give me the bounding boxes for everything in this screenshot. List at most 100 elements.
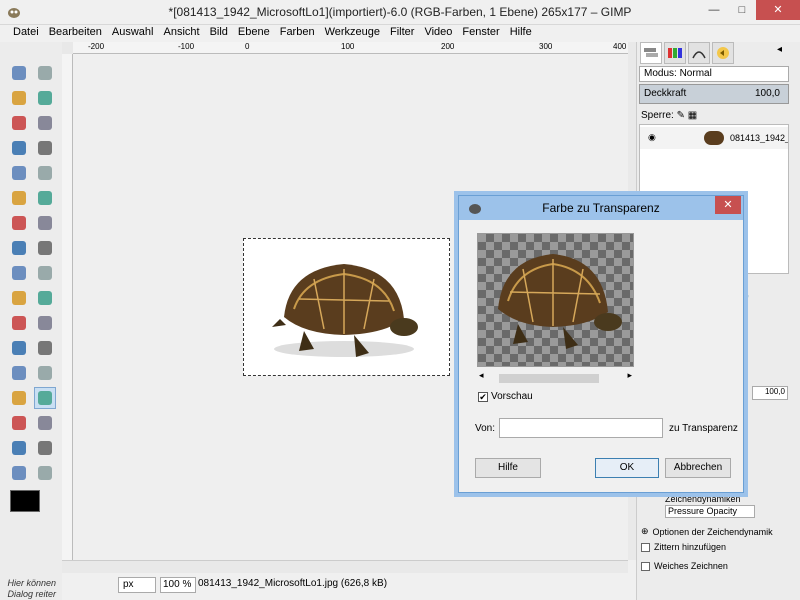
preview-scrollbar[interactable]: ◂ ▸ [477, 370, 634, 383]
tool-move[interactable] [34, 187, 56, 209]
tool-blur[interactable] [34, 437, 56, 459]
tool-shear[interactable] [8, 262, 30, 284]
tool-free-select[interactable] [8, 87, 30, 109]
preview-area[interactable] [477, 233, 634, 367]
tool-blend[interactable] [8, 337, 30, 359]
minimize-button[interactable]: — [700, 0, 728, 20]
lock-pixels-icon[interactable]: ✎ [677, 110, 685, 121]
tool-scissors[interactable] [34, 112, 56, 134]
toolbox: Hier können Dialog reiter abgelegt werde… [0, 42, 62, 600]
scroll-right-icon[interactable]: ▸ [627, 370, 632, 381]
tool-eraser[interactable] [34, 362, 56, 384]
cancel-button[interactable]: Abbrechen [665, 458, 731, 478]
jitter-checkbox[interactable]: Zittern hinzufügen [641, 542, 726, 552]
tool-color-picker[interactable] [8, 162, 30, 184]
tool-heal[interactable] [34, 412, 56, 434]
ruler-tick: -200 [88, 42, 105, 51]
dynamics-options-expander[interactable]: ⊕ Optionen der Zeichendynamik [641, 526, 773, 537]
help-button[interactable]: Hilfe [475, 458, 541, 478]
to-transparency-label: zu Transparenz [669, 423, 738, 434]
tab-channels[interactable] [664, 42, 686, 64]
tool-ellipse-select[interactable] [34, 62, 56, 84]
tool-scale[interactable] [34, 237, 56, 259]
color-picker-icon [12, 166, 26, 180]
opacity-slider[interactable]: Deckkraft 100,0 [639, 84, 789, 104]
layers-icon [644, 48, 658, 57]
dynamics-select[interactable]: Pressure Opacity [665, 505, 755, 518]
menu-filter[interactable]: Filter [385, 25, 419, 42]
tool-rect-select[interactable] [8, 62, 30, 84]
menu-fenster[interactable]: Fenster [457, 25, 504, 42]
tool-perspective[interactable] [34, 262, 56, 284]
tool-paintbrush[interactable] [8, 362, 30, 384]
dialog-close-button[interactable]: ✕ [715, 196, 741, 214]
tool-opacity-value[interactable]: 100,0 [752, 386, 788, 400]
preview-check-mark[interactable]: ✔ [478, 391, 488, 402]
menu-hilfe[interactable]: Hilfe [505, 25, 537, 42]
mode-select[interactable]: Modus: Normal [639, 66, 789, 82]
ok-button[interactable]: OK [595, 458, 659, 478]
eye-icon[interactable]: ◉ [648, 132, 656, 143]
image-layer[interactable] [243, 238, 450, 376]
tool-smudge[interactable] [8, 462, 30, 484]
tool-dodge-burn[interactable] [34, 462, 56, 484]
menu-farben[interactable]: Farben [275, 25, 320, 42]
maximize-button[interactable]: □ [728, 0, 756, 20]
align-icon [12, 216, 26, 230]
horizontal-scrollbar[interactable] [62, 560, 628, 573]
opacity-value: 100,0 [754, 88, 780, 99]
tool-text[interactable] [8, 312, 30, 334]
tab-undo[interactable] [712, 42, 734, 64]
tool-rotate[interactable] [8, 237, 30, 259]
smooth-checkbox[interactable]: Weiches Zeichnen [641, 561, 728, 571]
tab-paths[interactable] [688, 42, 710, 64]
tool-align[interactable] [8, 212, 30, 234]
close-button[interactable]: ✕ [756, 0, 800, 20]
menu-ansicht[interactable]: Ansicht [158, 25, 204, 42]
lock-alpha-icon[interactable]: ▦ [688, 110, 697, 121]
preview-scroll-thumb[interactable] [499, 374, 599, 383]
zoom-select[interactable]: 100 % [160, 577, 196, 593]
tab-layers[interactable] [640, 42, 662, 64]
tool-ink[interactable] [34, 387, 56, 409]
tool-clone[interactable] [8, 412, 30, 434]
dodge-burn-icon [38, 466, 52, 480]
flip-icon [12, 291, 26, 305]
tool-crop[interactable] [34, 212, 56, 234]
tool-pencil[interactable] [34, 337, 56, 359]
foreground-color[interactable] [10, 490, 40, 512]
menu-ebene[interactable]: Ebene [233, 25, 275, 42]
tool-measure[interactable] [8, 187, 30, 209]
lock-label: Sperre: [641, 110, 674, 121]
preview-checkbox[interactable]: ✔ Vorschau [478, 391, 533, 402]
menu-video[interactable]: Video [419, 25, 457, 42]
menu-bearbeiten[interactable]: Bearbeiten [44, 25, 107, 42]
vertical-ruler [62, 54, 73, 560]
layer-row[interactable]: ◉ 081413_1942_Mic [640, 127, 788, 149]
tool-perspective-clone[interactable] [8, 437, 30, 459]
scroll-left-icon[interactable]: ◂ [479, 370, 484, 381]
dock-menu-icon[interactable]: ◂ [777, 44, 782, 55]
dialog-titlebar[interactable]: Farbe zu Transparenz ✕ [459, 196, 743, 220]
menu-bild[interactable]: Bild [205, 25, 233, 42]
blur-icon [38, 441, 52, 455]
tool-bucket-fill[interactable] [34, 312, 56, 334]
unit-select[interactable]: px [118, 577, 156, 593]
tool-color-select[interactable] [8, 112, 30, 134]
measure-icon [12, 191, 26, 205]
mode-label: Modus: [644, 68, 677, 79]
tool-zoom[interactable] [34, 162, 56, 184]
tool-paths[interactable] [34, 137, 56, 159]
status-bar: px 100 % 081413_1942_MicrosoftLo1.jpg (6… [62, 575, 636, 600]
ruler-corner[interactable] [62, 42, 73, 54]
tool-fuzzy-select[interactable] [34, 87, 56, 109]
tool-airbrush[interactable] [8, 387, 30, 409]
menu-werkzeuge[interactable]: Werkzeuge [320, 25, 385, 42]
menu-datei[interactable]: Datei [8, 25, 44, 42]
menu-auswahl[interactable]: Auswahl [107, 25, 159, 42]
foreground-select-icon [12, 141, 26, 155]
tool-cage[interactable] [34, 287, 56, 309]
tool-foreground-select[interactable] [8, 137, 30, 159]
from-color-button[interactable] [499, 418, 663, 438]
tool-flip[interactable] [8, 287, 30, 309]
